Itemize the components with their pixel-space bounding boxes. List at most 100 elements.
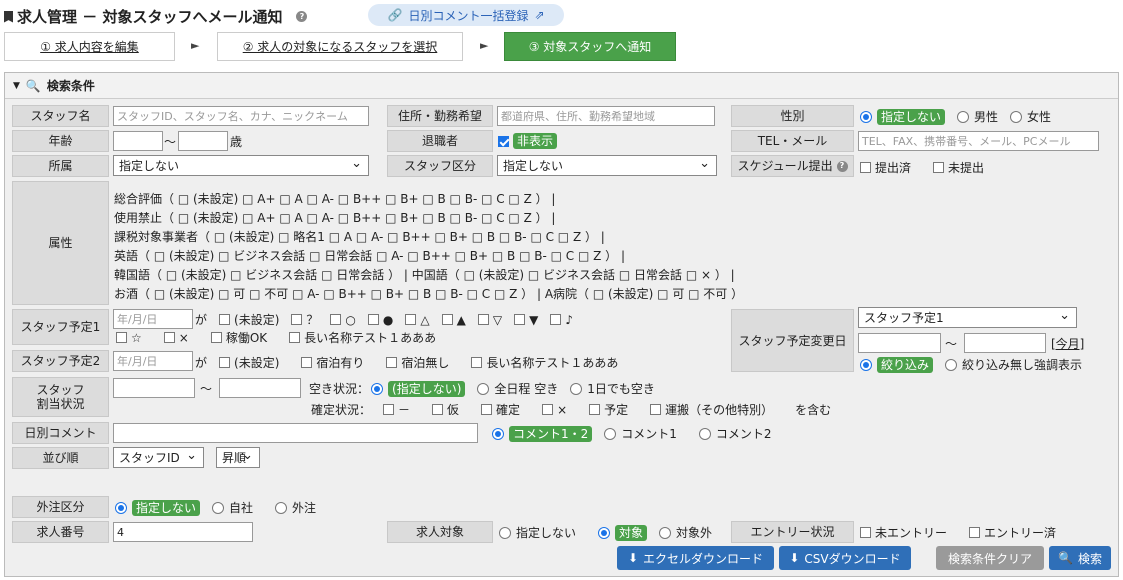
sched1-opt-checkbox[interactable] <box>210 332 222 343</box>
assign-from-input[interactable] <box>113 378 195 398</box>
bookmark-icon <box>4 10 13 23</box>
search-panel-header[interactable]: ▼ 🔍 検索条件 <box>5 73 1118 99</box>
excel-download-button[interactable]: ⬇ エクセルダウンロード <box>617 546 774 570</box>
daily-comment-input[interactable] <box>113 423 478 443</box>
target-any-radio[interactable] <box>499 526 511 539</box>
step-select-staff[interactable]: ② 求人の対象になるスタッフを選択 <box>217 32 463 61</box>
comment12-radio[interactable] <box>492 427 504 440</box>
sched2-opt-checkbox[interactable] <box>301 357 313 368</box>
gender-female-radio[interactable] <box>1010 110 1023 123</box>
bulk-comment-button[interactable]: 🔗 日別コメント一括登録 ⇗ <box>368 4 564 26</box>
sort-field-select[interactable]: スタッフID <box>113 447 204 468</box>
outsource-ext-radio[interactable] <box>275 501 288 514</box>
attr-row[interactable]: 総合評価（ □ (未設定) □ A+ □ A □ A- □ B++ □ B+ □… <box>114 190 555 207</box>
gender-any-radio[interactable] <box>860 110 872 123</box>
target-yes-radio[interactable] <box>598 526 611 539</box>
attr-row[interactable]: 使用禁止（ □ (未設定) □ A+ □ A □ A- □ B++ □ B+ □… <box>114 209 555 226</box>
confirm-checkbox[interactable] <box>542 404 554 415</box>
sort-order-select[interactable]: 昇順 <box>216 447 260 468</box>
step-arrow-icon: ► <box>191 39 200 52</box>
assign-to-input[interactable] <box>219 378 301 398</box>
confirm-checkbox[interactable] <box>383 404 395 415</box>
schedule-change-to[interactable] <box>964 333 1046 353</box>
confirm-checkbox[interactable] <box>481 404 493 415</box>
sched1-opt-checkbox[interactable] <box>163 332 175 343</box>
confirm-checkbox[interactable] <box>432 404 444 415</box>
sched1-opt-checkbox[interactable] <box>477 314 489 325</box>
no-entry-checkbox[interactable] <box>860 527 871 538</box>
attr-row[interactable]: 韓国語（ □ (未設定) □ ビジネス会話 □ 日常会話 ） | 中国語（ □ … <box>114 266 735 283</box>
comment1-radio[interactable] <box>604 427 617 440</box>
search-icon: 🔍 <box>25 78 41 93</box>
staff-class-select[interactable]: 指定しない <box>497 155 717 176</box>
vacancy-oneday-radio[interactable] <box>570 382 583 395</box>
schedule-submit-label: スケジュール提出 ? <box>731 155 854 177</box>
gender-male-radio[interactable] <box>957 110 970 123</box>
outsource-any-radio[interactable] <box>115 501 127 514</box>
retired-hide-checkbox[interactable] <box>498 135 509 147</box>
address-input[interactable]: 都道府県、住所、勤務希望地域 <box>497 106 715 126</box>
schedule1-date-input[interactable]: 年/月/日 <box>113 309 193 329</box>
sched1-opt-checkbox[interactable] <box>550 314 562 325</box>
csv-download-button[interactable]: ⬇ CSVダウンロード <box>779 546 911 570</box>
submitted-checkbox[interactable] <box>860 162 871 173</box>
confirm-checkbox[interactable] <box>650 404 662 415</box>
schedule-submit-options: 提出済 未提出 <box>860 159 984 176</box>
schedule2-options: が (未設定) 宿泊有り 宿泊無し 長い名称テスト１あああ <box>195 356 619 370</box>
tel-label: TEL・メール <box>731 130 854 152</box>
download-icon: ⬇ <box>627 551 639 565</box>
sched1-opt-checkbox[interactable] <box>441 314 453 325</box>
attr-row[interactable]: 課税対象事業者（ □ (未設定) □ 略名1 □ A □ A- □ B++ □ … <box>114 228 605 245</box>
assign-tilde: ～ <box>200 382 213 396</box>
attr-row[interactable]: お酒（ □ (未設定) □ 可 □ 不可 □ A- □ B++ □ B+ □ B… <box>114 285 743 302</box>
job-no-input[interactable]: 4 <box>113 522 253 542</box>
schedule1-row1: が (未設定) ？ ○ ● △ ▲ ▽ ▼ ♪ <box>195 312 573 328</box>
schedule-change-from[interactable] <box>858 333 941 353</box>
sched1-opt-checkbox[interactable] <box>514 314 526 325</box>
age-to-input[interactable] <box>178 131 228 151</box>
schedule2-date-input[interactable]: 年/月/日 <box>113 351 193 371</box>
collapse-icon[interactable]: ▼ <box>13 81 20 91</box>
sort-label: 並び順 <box>12 447 109 469</box>
not-submitted-checkbox[interactable] <box>933 162 945 173</box>
tel-input[interactable]: TEL、FAX、携帯番号、メール、PCメール <box>858 131 1099 151</box>
vacancy-any-radio[interactable] <box>371 382 384 395</box>
sched1-opt-checkbox[interactable] <box>219 314 231 325</box>
this-month-link[interactable]: [今月] <box>1051 335 1084 352</box>
sched1-opt-checkbox[interactable] <box>405 314 417 325</box>
search-icon: 🔍 <box>1058 551 1073 565</box>
assign-label: スタッフ 割当状況 <box>12 377 109 417</box>
sched1-opt-checkbox[interactable] <box>291 314 303 325</box>
highlight-radio[interactable] <box>945 358 958 371</box>
sched1-opt-checkbox[interactable] <box>289 332 301 343</box>
search-button[interactable]: 🔍 検索 <box>1049 546 1111 570</box>
age-label: 年齢 <box>12 130 109 152</box>
job-no-label: 求人番号 <box>12 521 109 543</box>
confirm-checkbox[interactable] <box>589 404 601 415</box>
age-from-input[interactable] <box>113 131 163 151</box>
target-no-radio[interactable] <box>659 526 672 539</box>
attr-row[interactable]: 英語（ □ (未設定) □ ビジネス会話 □ 日常会話 □ A- □ B++ □… <box>114 247 625 264</box>
sched1-opt-checkbox[interactable] <box>116 332 127 343</box>
help-icon[interactable]: ? <box>836 160 848 172</box>
clear-conditions-button[interactable]: 検索条件クリア <box>936 546 1044 570</box>
comment2-radio[interactable] <box>698 427 711 440</box>
affiliation-select[interactable]: 指定しない <box>113 155 369 176</box>
link-icon: 🔗 <box>387 8 403 22</box>
help-icon[interactable]: ? <box>296 11 308 22</box>
sched2-opt-checkbox[interactable] <box>471 357 483 368</box>
daily-comment-options: コメント1・2 コメント1 コメント2 <box>492 425 772 442</box>
step-edit[interactable]: ① 求人内容を編集 <box>4 32 175 61</box>
sched2-opt-checkbox[interactable] <box>386 357 398 368</box>
sched1-opt-checkbox[interactable] <box>367 314 379 325</box>
staff-name-input[interactable]: スタッフID、スタッフ名、カナ、ニックネーム <box>113 106 369 126</box>
sched2-opt-checkbox[interactable] <box>219 357 231 368</box>
outsource-own-radio[interactable] <box>212 501 225 514</box>
filter-radio[interactable] <box>860 358 872 371</box>
page-title: 求人管理 － 対象スタッフへメール通知 ? <box>4 6 308 27</box>
sched1-opt-checkbox[interactable] <box>330 314 342 325</box>
vacancy-all-radio[interactable] <box>477 382 490 395</box>
schedule-change-select[interactable]: スタッフ予定1 <box>858 307 1077 328</box>
schedule1-row2: ☆ × 稼働OK 長い名称テスト１あああ <box>116 329 436 346</box>
entered-checkbox[interactable] <box>969 527 981 538</box>
